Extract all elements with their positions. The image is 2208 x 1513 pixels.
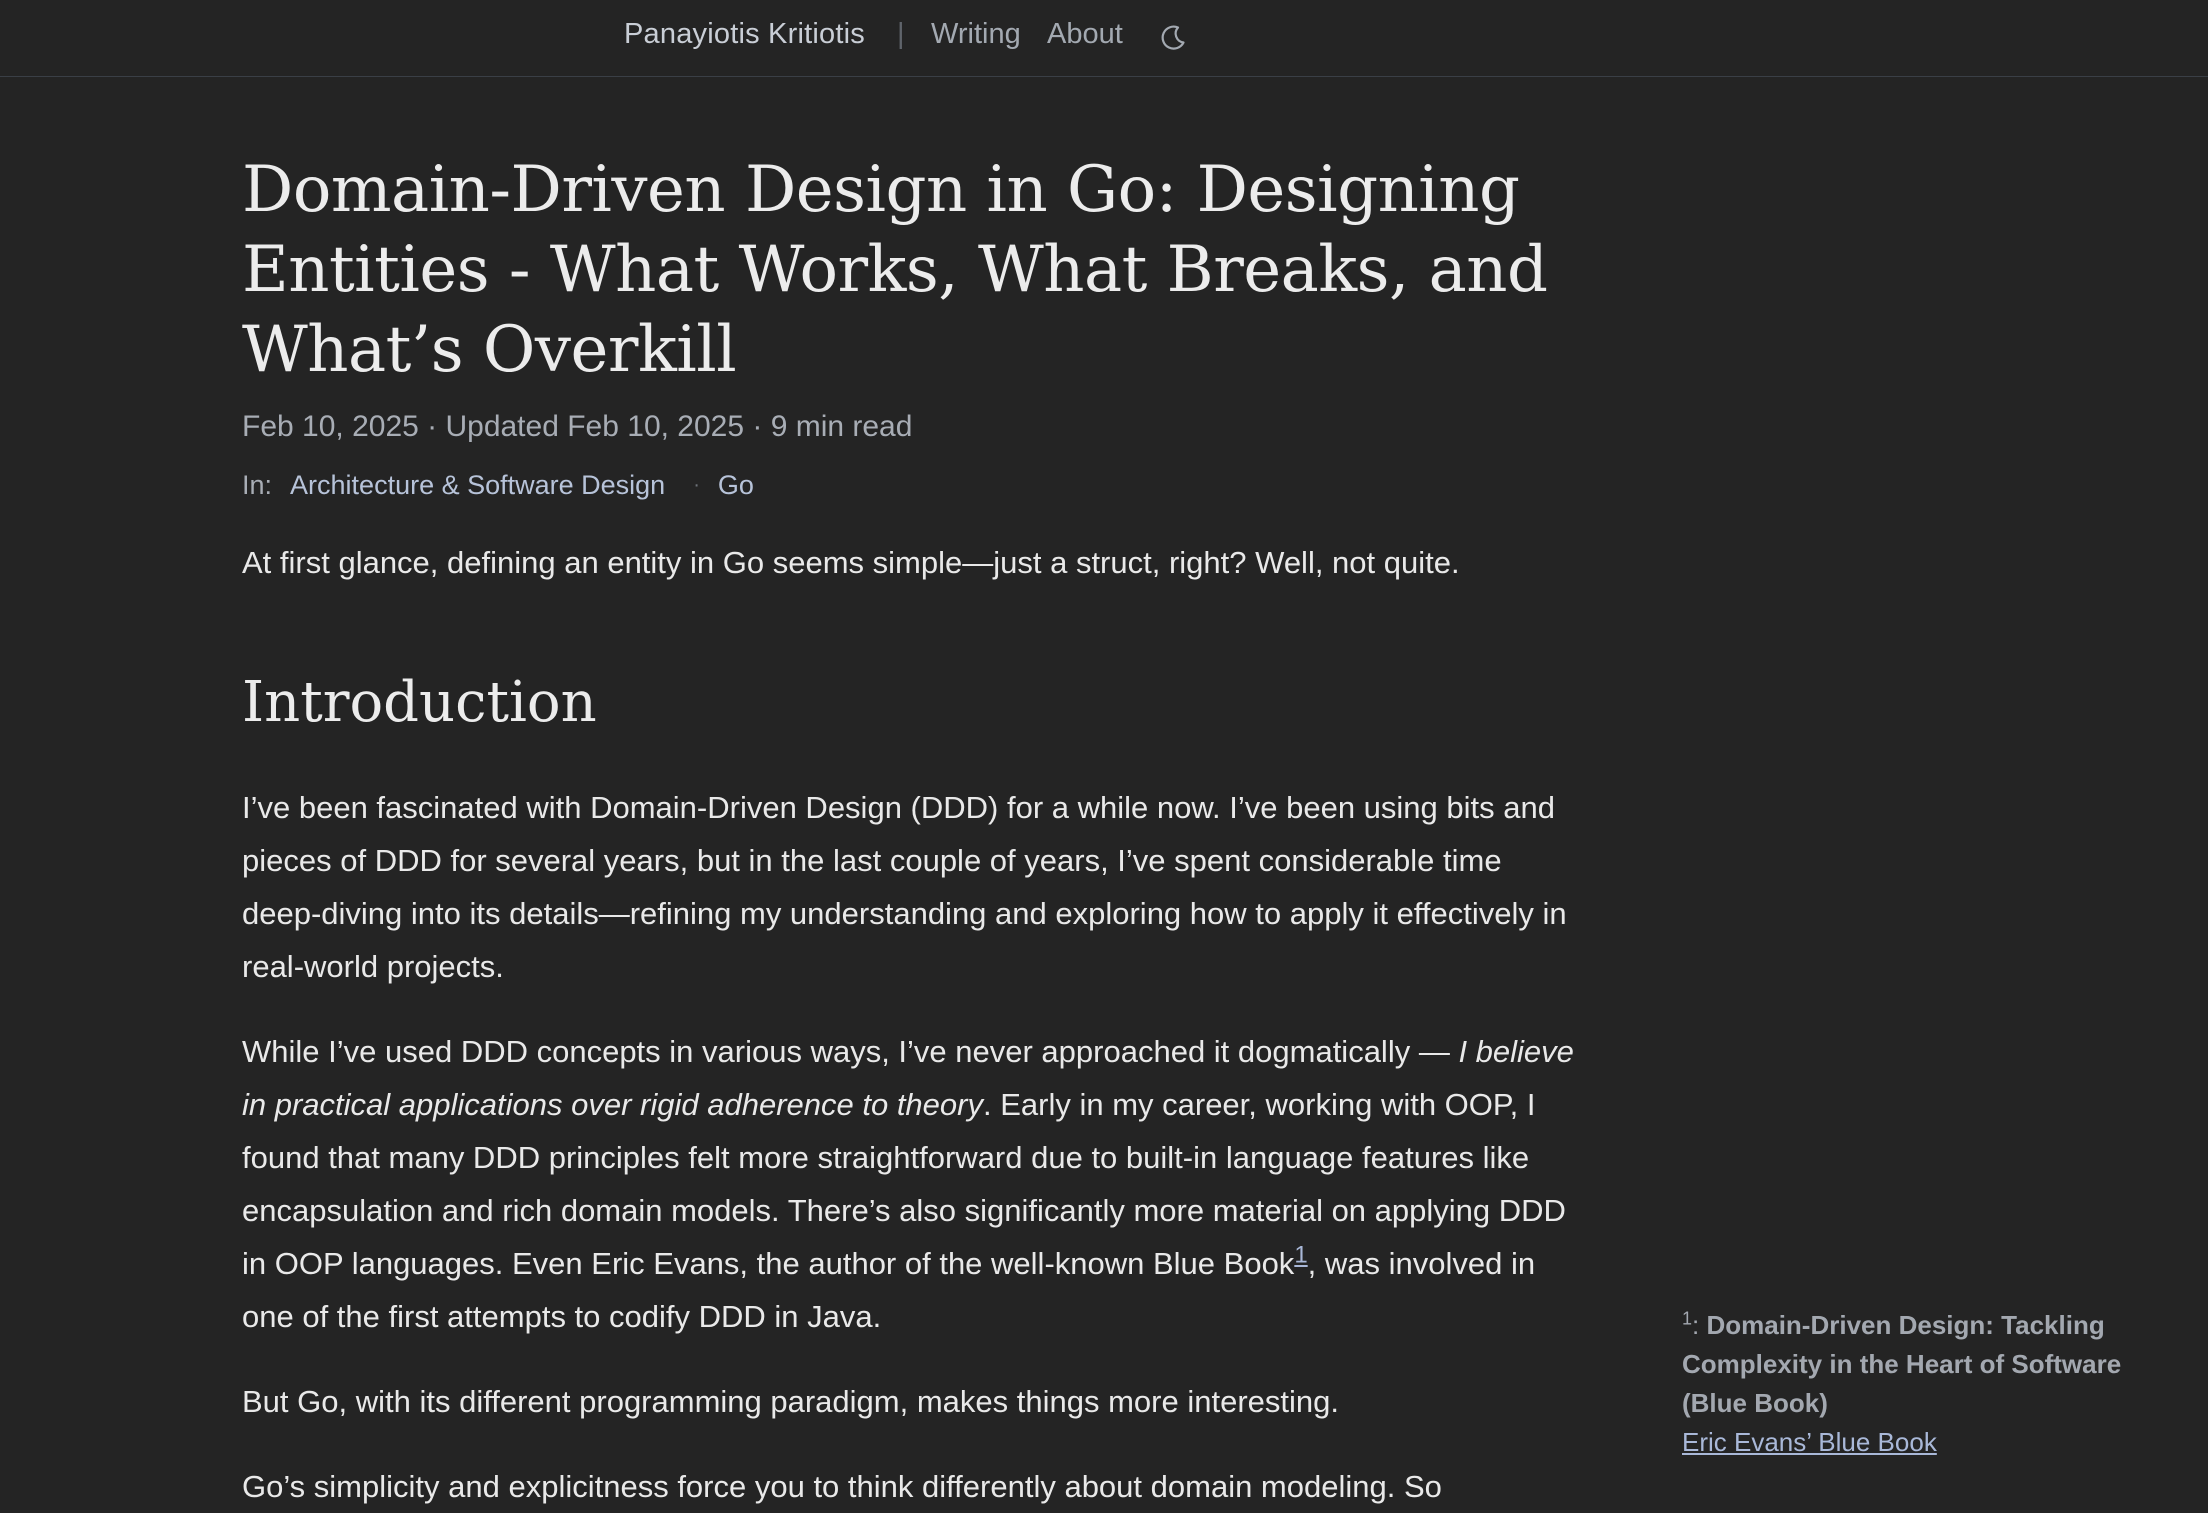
site-brand-link[interactable]: Panayiotis Kritiotis: [624, 18, 865, 51]
sidenote-colon: :: [1692, 1310, 1707, 1340]
nav-separator: |: [897, 18, 905, 50]
theme-toggle-button[interactable]: [1157, 22, 1189, 54]
paragraph-1: I’ve been fascinated with Domain-Driven …: [242, 790, 1567, 984]
section-heading-introduction: Introduction: [242, 670, 597, 735]
paragraph-4-partial: Go’s simplicity and explicitness force y…: [242, 1469, 1442, 1504]
nav-writing-link[interactable]: Writing: [931, 18, 1021, 51]
sidenote-number: 1: [1682, 1308, 1693, 1329]
paragraph-2: While I’ve used DDD concepts in various …: [242, 1025, 1582, 1343]
footnote-sidenote: 1: Domain-Driven Design: Tackling Comple…: [1682, 1306, 2192, 1462]
paragraph-3: But Go, with its different programming p…: [242, 1384, 1339, 1419]
sidenote-title: Domain-Driven Design: Tackling Complexit…: [1682, 1310, 2122, 1418]
category-link-architecture[interactable]: Architecture & Software Design: [290, 470, 665, 501]
article-title: Domain-Driven Design in Go: Designing En…: [242, 153, 1548, 387]
sidenote-link[interactable]: Eric Evans’ Blue Book: [1682, 1423, 2192, 1462]
nav-about-link[interactable]: About: [1047, 18, 1123, 51]
article: Domain-Driven Design in Go: Designing En…: [242, 150, 1582, 1513]
category-separator: ·: [693, 474, 700, 496]
paragraph-2-text-start: While I’ve used DDD concepts in various …: [242, 1034, 1459, 1069]
moon-icon: [1161, 25, 1185, 50]
article-lead: At first glance, defining an entity in G…: [242, 545, 1460, 580]
top-navigation-bar: Panayiotis Kritiotis | Writing About: [0, 0, 2208, 77]
category-link-go[interactable]: Go: [718, 470, 754, 501]
categories-label: In:: [242, 470, 273, 500]
article-categories: In: Architecture & Software Design · Go: [242, 470, 1582, 501]
article-meta: Feb 10, 2025 · Updated Feb 10, 2025 · 9 …: [242, 410, 913, 443]
footnote-reference-1[interactable]: 1: [1294, 1242, 1307, 1269]
